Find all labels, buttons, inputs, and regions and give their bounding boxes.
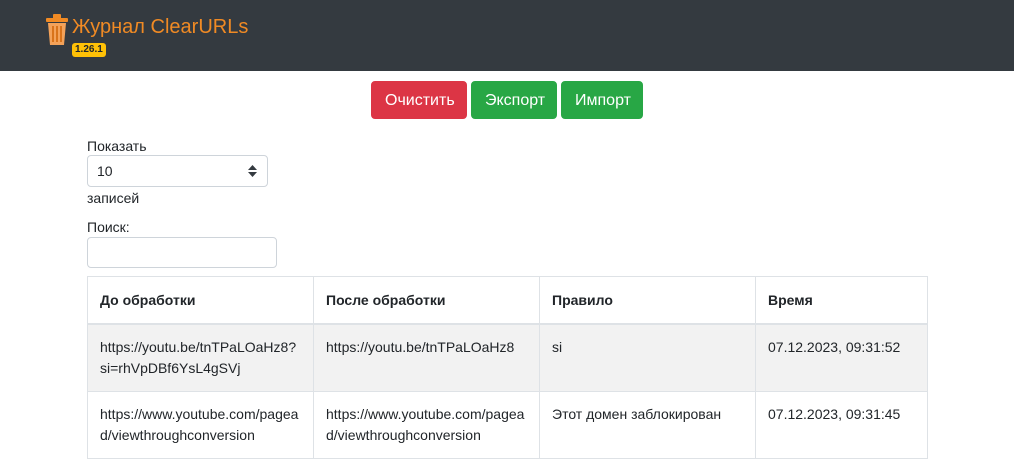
export-button[interactable]: Экспорт (471, 81, 557, 119)
toolbar: Очистить Экспорт Импорт (0, 81, 1014, 119)
cell-before: https://youtu.be/tnTPaLOaHz8?si=rhVpDBf6… (87, 323, 314, 392)
log-table: До обработки После обработки Правило Вре… (87, 276, 928, 459)
cell-after: https://www.youtube.com/pagead/viewthrou… (313, 391, 540, 459)
column-header-after[interactable]: После обработки (313, 276, 540, 325)
cell-after: https://youtu.be/tnTPaLOaHz8 (313, 323, 540, 392)
table-header-row: До обработки После обработки Правило Вре… (87, 276, 928, 325)
cell-time: 07.12.2023, 09:31:52 (755, 323, 928, 392)
column-header-rule[interactable]: Правило (539, 276, 756, 325)
entries-label: записей (87, 190, 140, 206)
select-arrows-icon (248, 165, 257, 177)
show-label: Показать (87, 138, 147, 154)
search-label: Поиск: (87, 219, 130, 235)
cell-rule: Этот домен заблокирован (539, 391, 756, 459)
version-badge: 1.26.1 (72, 43, 106, 57)
search-input[interactable] (87, 237, 277, 268)
entries-select-value: 10 (97, 163, 113, 179)
app-title: Журнал ClearURLs (72, 16, 249, 38)
cell-time: 07.12.2023, 09:31:45 (755, 391, 928, 459)
entries-per-page-select[interactable]: 10 (87, 155, 268, 187)
cell-rule: si (539, 323, 756, 392)
table-row: https://www.youtube.com/pagead/viewthrou… (87, 391, 928, 459)
cell-before: https://www.youtube.com/pagead/viewthrou… (87, 391, 314, 459)
navbar: Журнал ClearURLs 1.26.1 (0, 0, 1014, 71)
table-row: https://youtu.be/tnTPaLOaHz8?si=rhVpDBf6… (87, 323, 928, 392)
column-header-before[interactable]: До обработки (87, 276, 314, 325)
column-header-time[interactable]: Время (755, 276, 928, 325)
trash-can-icon (46, 14, 68, 45)
import-button[interactable]: Импорт (561, 81, 643, 119)
clear-button[interactable]: Очистить (371, 81, 467, 119)
